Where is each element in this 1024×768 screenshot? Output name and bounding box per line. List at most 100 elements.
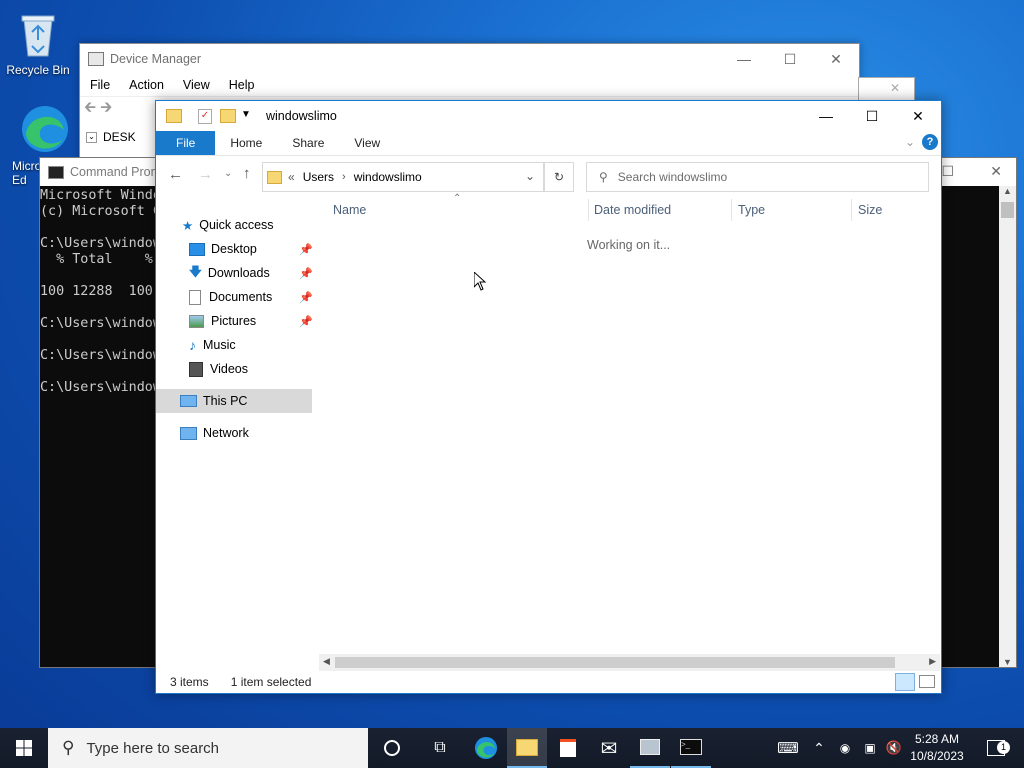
cortana-button[interactable] bbox=[372, 728, 412, 768]
maximize-button[interactable]: ☐ bbox=[767, 44, 813, 74]
folder-icon bbox=[166, 109, 182, 123]
minimize-button[interactable]: — bbox=[803, 101, 849, 131]
properties-icon[interactable]: ✓ bbox=[198, 109, 212, 124]
maximize-button[interactable]: ☐ bbox=[941, 163, 954, 180]
breadcrumb-users[interactable]: Users bbox=[303, 170, 334, 184]
column-name[interactable]: Name bbox=[333, 195, 366, 225]
scroll-down-icon[interactable]: ▼ bbox=[999, 657, 1016, 667]
nav-this-pc[interactable]: This PC bbox=[156, 389, 312, 413]
large-icons-view-button[interactable] bbox=[919, 675, 935, 688]
close-button[interactable]: ✕ bbox=[813, 44, 859, 74]
pin-icon[interactable]: 📌 bbox=[299, 291, 313, 304]
taskbar-store[interactable] bbox=[548, 728, 588, 768]
help-icon[interactable]: ? bbox=[922, 134, 938, 150]
chevron-up-icon[interactable]: ⌃ bbox=[804, 728, 834, 768]
address-overflow[interactable]: « bbox=[288, 170, 295, 184]
scroll-right-icon[interactable]: ▶ bbox=[929, 656, 936, 667]
computer-icon bbox=[180, 395, 197, 407]
minimize-button[interactable]: — bbox=[721, 44, 767, 74]
close-button[interactable]: ✕ bbox=[895, 101, 941, 131]
nav-desktop[interactable]: Desktop 📌 bbox=[189, 237, 314, 261]
nav-quick-access[interactable]: ★ Quick access bbox=[182, 213, 274, 237]
volume-muted-icon[interactable]: 🔇 bbox=[881, 728, 907, 768]
forward-arrow-icon[interactable]: 🡲 bbox=[100, 97, 112, 122]
device-tree: ⌄ DESK bbox=[86, 130, 136, 144]
taskbar-command-prompt[interactable]: >_ bbox=[671, 728, 711, 768]
task-view-button[interactable]: ⧉ bbox=[420, 728, 460, 768]
menu-view[interactable]: View bbox=[183, 78, 210, 92]
search-input[interactable]: Search windowslimo bbox=[618, 170, 727, 184]
mail-icon: ✉ bbox=[600, 737, 618, 760]
expand-ribbon-icon[interactable]: ⌄ bbox=[905, 135, 915, 149]
meet-now-icon[interactable]: ◉ bbox=[832, 728, 858, 768]
nav-label: Quick access bbox=[199, 218, 274, 232]
tab-file[interactable]: File bbox=[156, 131, 216, 155]
nav-videos[interactable]: Videos bbox=[189, 357, 248, 381]
clock[interactable]: 5:28 AM 10/8/2023 bbox=[906, 731, 968, 765]
menu-file[interactable]: File bbox=[90, 78, 110, 92]
file-explorer-window[interactable]: ✓ ▼ windowslimo — ☐ ✕ File Home Share Vi… bbox=[155, 100, 942, 694]
desktop-icon-recycle-bin[interactable]: Recycle Bin bbox=[0, 8, 76, 77]
up-arrow-icon[interactable]: ↑ bbox=[243, 165, 251, 182]
taskbar-search-box[interactable]: ⚲ Type here to search bbox=[48, 728, 368, 768]
taskbar-file-explorer[interactable] bbox=[507, 728, 547, 768]
menu-action[interactable]: Action bbox=[129, 78, 164, 92]
videos-icon bbox=[189, 361, 203, 377]
mouse-cursor bbox=[473, 270, 487, 294]
refresh-button[interactable]: ↻ bbox=[544, 162, 574, 192]
nav-pictures[interactable]: Pictures 📌 bbox=[189, 309, 314, 333]
nav-music[interactable]: ♪ Music bbox=[189, 333, 236, 357]
nav-label: Documents bbox=[209, 290, 273, 304]
edge-icon bbox=[14, 104, 76, 157]
explorer-titlebar[interactable]: ✓ ▼ windowslimo — ☐ ✕ bbox=[156, 101, 941, 131]
quick-access-dropdown-icon[interactable]: ▼ bbox=[241, 109, 251, 120]
scroll-left-icon[interactable]: ◀ bbox=[323, 656, 330, 667]
address-dropdown-icon[interactable]: ⌄ bbox=[525, 169, 535, 183]
tab-share[interactable]: Share bbox=[277, 131, 339, 155]
new-folder-icon[interactable] bbox=[220, 109, 236, 123]
tab-home[interactable]: Home bbox=[215, 131, 277, 155]
keyboard-icon[interactable]: ⌨ bbox=[768, 728, 808, 768]
notification-center-button[interactable]: 1 bbox=[976, 728, 1016, 768]
forward-arrow-icon[interactable]: → bbox=[198, 166, 213, 183]
nav-network[interactable]: Network bbox=[180, 421, 249, 445]
star-icon: ★ bbox=[182, 218, 194, 233]
back-arrow-icon[interactable]: 🡰 bbox=[84, 97, 96, 122]
taskbar-edge[interactable] bbox=[466, 728, 506, 768]
scroll-thumb[interactable] bbox=[335, 657, 895, 668]
address-bar[interactable]: « Users › windowslimo ⌄ bbox=[262, 162, 544, 192]
taskbar-device-manager[interactable] bbox=[630, 728, 670, 768]
scroll-up-icon[interactable]: ▲ bbox=[999, 186, 1016, 196]
horizontal-scrollbar[interactable]: ◀ ▶ bbox=[319, 654, 940, 671]
recent-locations-icon[interactable]: ⌄ bbox=[224, 168, 232, 179]
vertical-scrollbar[interactable]: ▲ ▼ bbox=[999, 186, 1016, 667]
network-tray-icon[interactable]: ▣ bbox=[857, 728, 883, 768]
tree-root-label[interactable]: DESK bbox=[103, 130, 136, 144]
maximize-button[interactable]: ☐ bbox=[849, 101, 895, 131]
pin-icon[interactable]: 📌 bbox=[299, 267, 313, 280]
cortana-icon bbox=[384, 740, 400, 756]
nav-downloads[interactable]: 🡇 Downloads 📌 bbox=[189, 261, 314, 285]
close-button[interactable]: ✕ bbox=[990, 163, 1002, 180]
details-view-button[interactable] bbox=[895, 673, 915, 691]
nav-documents[interactable]: Documents 📌 bbox=[189, 285, 314, 309]
scroll-thumb[interactable] bbox=[1001, 202, 1014, 218]
task-view-icon: ⧉ bbox=[434, 739, 446, 756]
taskbar-mail[interactable]: ✉ bbox=[589, 728, 629, 768]
tab-view[interactable]: View bbox=[339, 131, 395, 155]
search-box[interactable]: ⚲ Search windowslimo bbox=[586, 162, 929, 192]
column-size[interactable]: Size bbox=[858, 195, 882, 225]
menu-help[interactable]: Help bbox=[229, 78, 255, 92]
pin-icon[interactable]: 📌 bbox=[299, 243, 313, 256]
expand-toggle-icon[interactable]: ⌄ bbox=[86, 131, 97, 143]
pin-icon[interactable]: 📌 bbox=[299, 315, 313, 328]
column-type[interactable]: Type bbox=[738, 195, 765, 225]
breadcrumb-windowslimo[interactable]: windowslimo bbox=[354, 170, 422, 184]
chevron-right-icon[interactable]: › bbox=[342, 171, 346, 183]
taskbar-search-input[interactable]: Type here to search bbox=[86, 740, 219, 757]
start-button[interactable] bbox=[4, 728, 44, 768]
clock-time: 5:28 AM bbox=[914, 732, 960, 746]
back-arrow-icon[interactable]: ← bbox=[168, 166, 183, 183]
column-date-modified[interactable]: Date modified bbox=[594, 195, 671, 225]
close-icon[interactable]: ✕ bbox=[890, 81, 900, 95]
